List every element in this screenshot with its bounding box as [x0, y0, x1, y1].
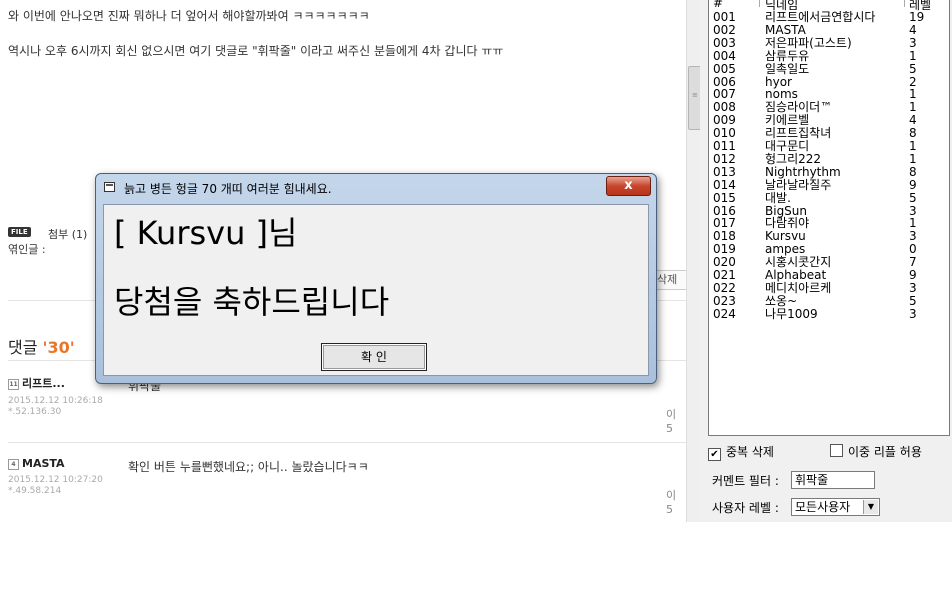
row-number: 015	[713, 190, 736, 205]
dedupe-label: 중복 삭제	[726, 445, 774, 459]
row-number: 023	[713, 293, 736, 308]
row-nickname: 날라날라질주	[765, 177, 832, 192]
row-number: 004	[713, 48, 736, 63]
delete-button[interactable]: 삭제	[654, 270, 686, 290]
row-level: 4	[909, 22, 917, 37]
list-item[interactable]: 013 Nightrhythm 8	[709, 164, 949, 179]
comment-ip: *.52.136.30	[8, 407, 62, 417]
window-icon	[104, 182, 115, 192]
col-header-level[interactable]: 레벨	[909, 0, 931, 12]
level-icon: 11	[8, 378, 19, 390]
list-item[interactable]: 012 헝그리222 1	[709, 151, 949, 166]
dedupe-checkbox[interactable]: ✔	[708, 448, 721, 461]
dialog-title: 늙고 병든 헝글 70 개띠 여러분 힘내세요.	[124, 182, 332, 196]
raffle-tool-panel: # 닉네임 레벨 001 리프트에서금연합시다 19 002 MASTA 4 003 저은파파…	[700, 0, 952, 522]
comments-heading-label: 댓글	[8, 338, 38, 357]
comment-actions[interactable]: 이 5	[666, 406, 686, 435]
participant-list[interactable]: # 닉네임 레벨 001 리프트에서금연합시다 19 002 MASTA 4 003 저은파파…	[708, 0, 950, 436]
row-level: 9	[909, 177, 917, 192]
row-level: 3	[909, 35, 917, 50]
row-nickname: 대발.	[765, 190, 791, 205]
row-nickname: 나무1009	[765, 306, 818, 321]
list-item[interactable]: 023 쏘옹~ 5	[709, 293, 949, 308]
double-reply-checkbox[interactable]	[830, 444, 843, 457]
row-level: 1	[909, 48, 917, 63]
row-nickname: 헝그리222	[765, 151, 822, 166]
winner-name-text: [ Kursvu ]님	[114, 214, 298, 252]
list-item[interactable]: 014 날라날라질주 9	[709, 177, 949, 192]
comment-date: 2015.12.12 10:26:18	[8, 396, 103, 406]
file-badge: FILE	[8, 227, 31, 237]
row-level: 3	[909, 280, 917, 295]
row-level: 8	[909, 164, 917, 179]
row-nickname: 일촉일도	[765, 61, 810, 76]
user-level-label: 사용자 레벨 :	[712, 501, 779, 515]
list-item[interactable]: 004 삼류두유 1	[709, 48, 949, 63]
row-number: 022	[713, 280, 736, 295]
double-reply-label: 이중 리플 허용	[848, 445, 922, 459]
comment-date: 2015.12.12 10:27:20	[8, 475, 103, 485]
grip-icon: ≡	[692, 91, 698, 99]
row-level: 5	[909, 190, 917, 205]
comment-author[interactable]: 4 MASTA	[8, 457, 65, 470]
page-scrollbar[interactable]: ≡	[686, 0, 701, 522]
comment-ip: *.49.58.214	[8, 486, 62, 496]
comments-heading: 댓글 '30'	[8, 334, 75, 358]
row-nickname: 저은파파(고스트)	[765, 35, 852, 50]
row-number: 002	[713, 22, 736, 37]
row-level: 5	[909, 293, 917, 308]
row-number: 003	[713, 35, 736, 50]
comment-author-name: 리프트...	[22, 377, 65, 390]
row-number: 014	[713, 177, 736, 192]
col-separator	[904, 0, 905, 7]
list-item[interactable]: 002 MASTA 4	[709, 22, 949, 37]
comment-text: 확인 버튼 누를뻔했네요;; 아니.. 놀랐습니다ㅋㅋ	[128, 460, 369, 474]
list-item[interactable]: 005 일촉일도 5	[709, 61, 949, 76]
trackback-label: 엮인글 :	[8, 243, 46, 256]
close-button[interactable]: x	[606, 176, 651, 196]
list-item[interactable]: 015 대발. 5	[709, 190, 949, 205]
attachment-link[interactable]: 첨부 (1)	[48, 226, 87, 242]
comment-author-name: MASTA	[22, 457, 65, 470]
row-level: 3	[909, 306, 917, 321]
dedupe-option[interactable]: ✔ 중복 삭제	[708, 443, 774, 461]
row-nickname: 삼류두유	[765, 48, 810, 63]
list-item[interactable]: 022 메디치아르케 3	[709, 280, 949, 295]
post-text-line-1: 와 이번에 안나오면 진짜 뭐하나 더 엎어서 해야할까봐여 ㅋㅋㅋㅋㅋㅋㅋ	[8, 9, 370, 23]
post-text-line-2: 역시나 오후 6시까지 회신 없으시면 여기 댓글로 "휘팍줄" 이라고 써주신…	[8, 44, 504, 58]
col-header-nick[interactable]: 닉네임	[765, 0, 798, 12]
row-number: 012	[713, 151, 736, 166]
row-nickname: 메디치아르케	[765, 280, 832, 295]
row-level: 1	[909, 151, 917, 166]
chevron-down-icon[interactable]: ▼	[863, 500, 878, 514]
list-item[interactable]: 003 저은파파(고스트) 3	[709, 35, 949, 50]
congrats-text: 당첨을 축하드립니다	[114, 283, 390, 321]
winner-dialog: 늙고 병든 헝글 70 개띠 여러분 힘내세요. x [ Kursvu ]님 당…	[95, 173, 657, 384]
comment-actions[interactable]: 이 5	[666, 487, 686, 516]
row-number: 024	[713, 306, 736, 321]
row-level: 5	[909, 61, 917, 76]
level-icon: 4	[8, 458, 19, 470]
row-nickname: Nightrhythm	[765, 164, 841, 179]
row-number: 005	[713, 61, 736, 76]
row-nickname: MASTA	[765, 22, 806, 37]
ok-button[interactable]: 확 인	[321, 343, 427, 371]
col-header-num[interactable]: #	[713, 0, 723, 10]
dialog-body: [ Kursvu ]님 당첨을 축하드립니다 확 인	[103, 204, 649, 376]
comment-filter-label: 커멘트 필터 :	[712, 474, 779, 488]
divider	[8, 442, 686, 443]
double-reply-option[interactable]: 이중 리플 허용	[830, 443, 922, 460]
row-nickname: 쏘옹~	[765, 293, 798, 308]
col-separator	[759, 0, 760, 7]
comment-filter-input[interactable]: 휘팍줄	[791, 471, 875, 489]
comment-author[interactable]: 11 리프트...	[8, 375, 65, 391]
comments-count: '30'	[42, 338, 75, 357]
user-level-value: 모든사용자	[795, 500, 851, 514]
user-level-select[interactable]: 모든사용자 ▼	[791, 498, 880, 516]
list-item[interactable]: 024 나무1009 3	[709, 306, 949, 321]
row-number: 013	[713, 164, 736, 179]
